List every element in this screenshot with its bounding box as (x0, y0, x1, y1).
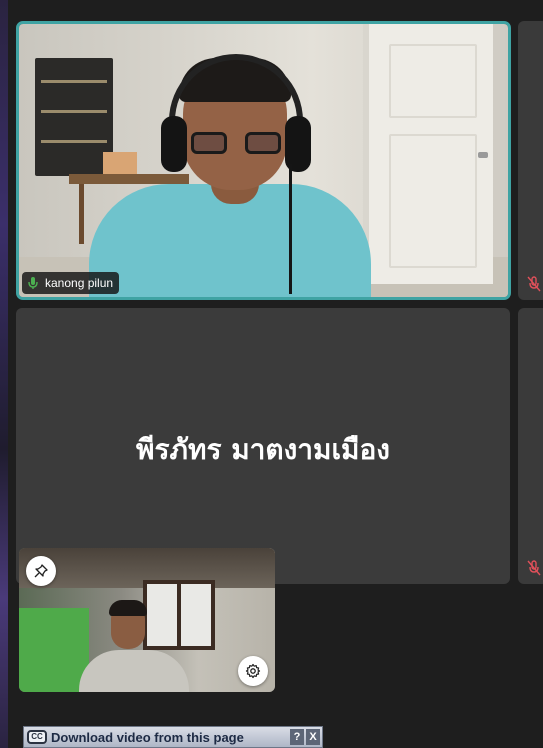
window-edge-strip (0, 0, 8, 748)
close-button[interactable]: X (306, 729, 320, 745)
headphone-earcup (161, 116, 187, 172)
door (363, 24, 493, 284)
participant-display-name: พีรภัทร มาตงามเมือง (136, 433, 390, 466)
active-speaker-tile[interactable]: kanong pilun (16, 21, 511, 300)
self-view-tile[interactable] (19, 548, 275, 692)
table-leg (79, 184, 84, 244)
headphones (169, 54, 303, 134)
green-curtain (19, 608, 89, 692)
table (69, 174, 189, 184)
bookshelf (35, 58, 113, 176)
pin-button[interactable] (26, 556, 56, 586)
speaker-video (19, 24, 508, 297)
box (103, 152, 137, 174)
download-video-link[interactable]: Download video from this page (51, 730, 290, 745)
participant-name-label: kanong pilun (22, 272, 120, 294)
mic-muted-icon (527, 560, 541, 576)
door-knob (478, 152, 488, 158)
mic-on-icon (28, 277, 38, 289)
participant-tile-no-video[interactable]: พีรภัทร มาตงามเมือง (16, 308, 510, 584)
participant-tile-offscreen[interactable] (518, 308, 543, 584)
mic-wire (289, 164, 292, 294)
self-person-hair (109, 600, 147, 616)
download-video-bar[interactable]: CC Download video from this page ? X (23, 726, 323, 748)
pin-icon (34, 564, 48, 578)
settings-button[interactable] (238, 656, 268, 686)
participant-tile-offscreen[interactable] (518, 21, 543, 300)
help-button[interactable]: ? (290, 729, 304, 745)
cc-icon: CC (27, 730, 47, 744)
gear-icon (245, 663, 261, 679)
participant-name: kanong pilun (45, 276, 114, 290)
window (143, 580, 215, 650)
mic-muted-icon (527, 276, 541, 292)
glasses (191, 132, 281, 154)
